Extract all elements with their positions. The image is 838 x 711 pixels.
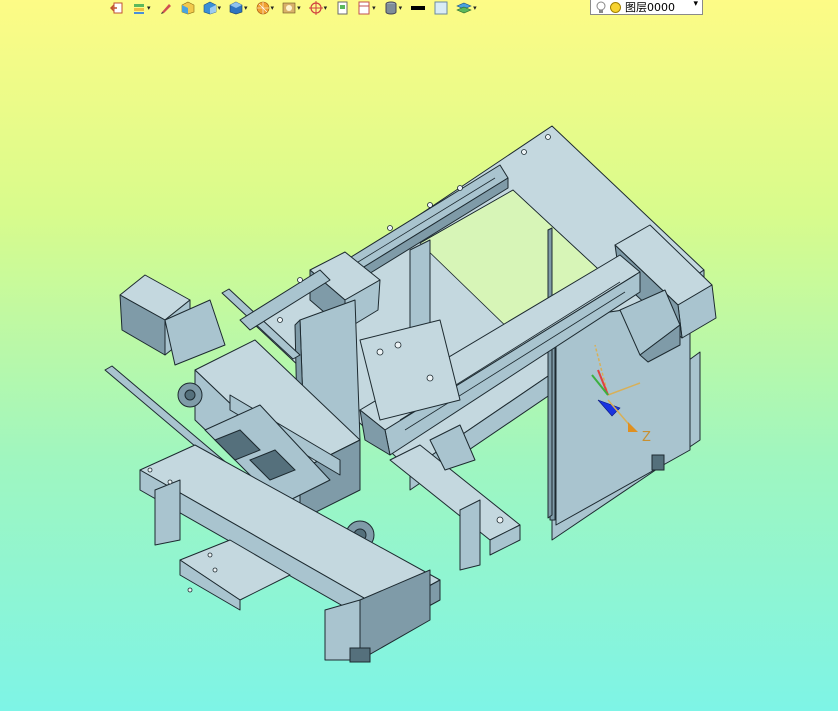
- sphere-button[interactable]: ▾: [254, 0, 277, 16]
- chevron-down-icon[interactable]: ▾: [693, 0, 698, 9]
- sphere-icon: [256, 1, 269, 15]
- fill-color-button[interactable]: [432, 0, 450, 16]
- line-color-button[interactable]: [408, 0, 428, 16]
- stack-icon: [134, 4, 144, 14]
- fill-color-swatch: [434, 1, 448, 15]
- left-motor: [119, 274, 226, 366]
- pencil-button[interactable]: [157, 0, 175, 16]
- frame-button[interactable]: ▾: [355, 0, 378, 16]
- layers-button[interactable]: ▾: [454, 0, 479, 16]
- sun-icon[interactable]: [609, 1, 622, 14]
- stack-button[interactable]: ▾: [130, 0, 153, 16]
- chevron-down-icon[interactable]: ▾: [147, 0, 151, 16]
- page-icon: [337, 1, 348, 15]
- toolbar: ▾ ▾ ▾ ▾ ▾ ▾ ▾ ▾ ▾: [108, 0, 483, 16]
- cube-blue-button[interactable]: ▾: [201, 0, 224, 16]
- target-button[interactable]: ▾: [307, 0, 330, 16]
- pencil-icon: [160, 4, 171, 14]
- render-button[interactable]: ▾: [280, 0, 303, 16]
- cube-view-button[interactable]: ▾: [227, 0, 250, 16]
- chevron-down-icon[interactable]: ▾: [324, 0, 328, 16]
- layer-name: 图层0000: [625, 1, 675, 14]
- lightbulb-icon[interactable]: [595, 1, 607, 14]
- chevron-down-icon[interactable]: ▾: [399, 0, 403, 16]
- z-axis-label: Z: [642, 430, 651, 445]
- database-button[interactable]: ▾: [382, 0, 405, 16]
- cube-view-icon: [229, 1, 243, 15]
- target-icon: [308, 1, 323, 15]
- page-button[interactable]: [333, 0, 351, 16]
- chevron-down-icon[interactable]: ▾: [473, 0, 477, 16]
- chevron-down-icon[interactable]: ▾: [244, 0, 248, 16]
- cube-yellow-button[interactable]: [179, 0, 197, 16]
- chevron-down-icon[interactable]: ▾: [271, 0, 275, 16]
- database-icon: [385, 1, 397, 15]
- cad-model[interactable]: .m { fill:#a9c4cf; stroke:#1d2a30; strok…: [0, 0, 838, 711]
- cube-blue-icon: [203, 1, 216, 15]
- layers-icon: [456, 2, 472, 14]
- chevron-down-icon[interactable]: ▾: [372, 0, 376, 16]
- render-icon: [282, 2, 296, 14]
- exit-button[interactable]: [108, 0, 126, 16]
- exit-icon: [110, 2, 123, 14]
- chevron-down-icon[interactable]: ▾: [297, 0, 301, 16]
- chevron-down-icon[interactable]: ▾: [218, 0, 222, 16]
- line-color-swatch: [411, 6, 426, 10]
- frame-icon: [358, 1, 370, 15]
- 3d-viewport[interactable]: .m { fill:#a9c4cf; stroke:#1d2a30; strok…: [0, 0, 838, 711]
- cube-yellow-icon: [181, 1, 194, 15]
- layer-select[interactable]: 图层0000 ▾: [590, 0, 703, 15]
